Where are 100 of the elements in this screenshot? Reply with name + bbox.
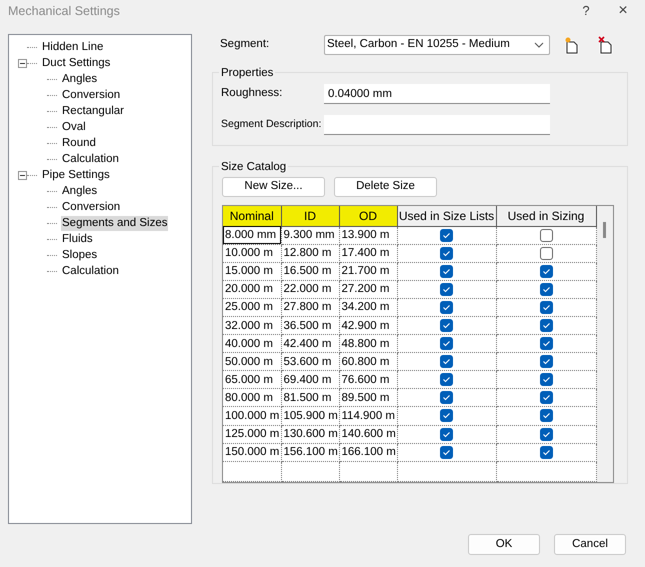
roughness-field[interactable]: 0.04000 mm xyxy=(324,84,550,104)
dialog-button[interactable]: Cancel xyxy=(554,534,626,555)
table-cell[interactable]: 80.000 m xyxy=(223,388,281,407)
checkbox[interactable] xyxy=(440,409,453,422)
checkbox[interactable] xyxy=(440,446,453,459)
table-cell[interactable]: 15.000 m xyxy=(223,262,281,280)
table-cell[interactable]: 81.500 m xyxy=(281,388,339,407)
table-cell[interactable]: 89.500 m xyxy=(339,388,397,407)
table-cell[interactable]: 21.700 m xyxy=(339,262,397,280)
table-cell[interactable]: 100.000 m xyxy=(223,406,281,426)
table-cell[interactable]: 48.800 m xyxy=(339,334,397,353)
tree-item[interactable]: Calculation xyxy=(61,264,120,278)
table-cell[interactable]: 156.100 m xyxy=(281,443,339,462)
table-cell[interactable]: 140.600 m xyxy=(339,425,397,444)
table-cell[interactable]: 34.200 m xyxy=(339,298,397,316)
table-cell[interactable]: 10.000 m xyxy=(223,244,281,262)
column-header[interactable]: Used in Sizing xyxy=(496,206,596,226)
table-cell[interactable]: 25.000 m xyxy=(223,298,281,316)
checkbox[interactable] xyxy=(440,428,453,441)
tree-item[interactable]: Calculation xyxy=(61,152,120,166)
table-cell[interactable]: 42.400 m xyxy=(281,334,339,353)
checkbox[interactable] xyxy=(540,409,552,422)
column-header[interactable]: ID xyxy=(281,206,339,226)
segment-dropdown[interactable]: Steel, Carbon - EN 10255 - Medium xyxy=(324,35,550,55)
table-cell[interactable]: 69.400 m xyxy=(281,370,339,389)
table-cell[interactable]: 8.000 mm xyxy=(223,226,281,244)
delete-document-icon[interactable] xyxy=(598,36,614,54)
checkbox[interactable] xyxy=(440,300,453,314)
checkbox[interactable] xyxy=(440,318,453,332)
tree-item[interactable]: Slopes xyxy=(61,248,98,262)
dialog-button[interactable]: OK xyxy=(468,534,540,555)
table-cell[interactable]: 42.900 m xyxy=(339,316,397,335)
tree-item[interactable]: Fluids xyxy=(61,232,94,246)
table-cell[interactable]: 40.000 m xyxy=(223,334,281,353)
segment-description-field[interactable] xyxy=(324,115,550,135)
column-header[interactable]: OD xyxy=(339,206,397,226)
checkbox[interactable] xyxy=(540,264,552,278)
table-cell[interactable]: 27.800 m xyxy=(281,298,339,316)
checkbox[interactable] xyxy=(440,282,453,296)
tree-item[interactable]: Oval xyxy=(61,120,87,134)
checkbox[interactable] xyxy=(540,355,552,368)
table-cell[interactable]: 36.500 m xyxy=(281,316,339,335)
table-cell[interactable]: 13.900 m xyxy=(339,226,397,244)
table-cell[interactable]: 60.800 m xyxy=(339,352,397,371)
checkbox[interactable] xyxy=(540,446,552,459)
checkbox[interactable] xyxy=(540,282,552,296)
chevron-down-icon xyxy=(534,42,544,48)
table-cell[interactable]: 76.600 m xyxy=(339,370,397,389)
table-cell[interactable]: 12.800 m xyxy=(281,244,339,262)
checkbox[interactable] xyxy=(440,391,453,404)
collapse-icon[interactable] xyxy=(18,170,27,180)
checkbox[interactable] xyxy=(440,246,453,260)
tree-item[interactable]: Pipe Settings xyxy=(41,168,111,182)
table-cell[interactable]: 9.300 mm xyxy=(281,226,339,244)
checkbox[interactable] xyxy=(440,264,453,278)
table-cell[interactable]: 150.000 m xyxy=(223,443,281,462)
collapse-icon[interactable] xyxy=(18,58,27,68)
tree-item[interactable]: Hidden Line xyxy=(41,40,104,54)
column-header[interactable]: Nominal xyxy=(223,206,281,226)
table-cell[interactable]: 65.000 m xyxy=(223,370,281,389)
checkbox[interactable] xyxy=(440,337,453,350)
catalog-button[interactable]: Delete Size xyxy=(334,177,437,197)
table-cell[interactable]: 32.000 m xyxy=(223,316,281,335)
help-button[interactable]: ? xyxy=(571,1,601,21)
table-cell[interactable]: 16.500 m xyxy=(281,262,339,280)
checkbox[interactable] xyxy=(440,355,453,368)
new-document-icon[interactable] xyxy=(564,36,580,54)
catalog-button[interactable]: New Size... xyxy=(222,177,325,197)
table-cell[interactable]: 53.600 m xyxy=(281,352,339,371)
table-cell[interactable]: 50.000 m xyxy=(223,352,281,371)
checkbox[interactable] xyxy=(540,300,552,314)
table-cell[interactable]: 166.100 m xyxy=(339,443,397,462)
checkbox[interactable] xyxy=(540,246,552,260)
table-cell[interactable]: 22.000 m xyxy=(281,280,339,298)
checkbox[interactable] xyxy=(540,228,552,242)
tree-item[interactable]: Rectangular xyxy=(61,104,126,118)
table-cell[interactable]: 17.400 m xyxy=(339,244,397,262)
tree-item[interactable]: Segments and Sizes xyxy=(61,216,168,230)
checkbox[interactable] xyxy=(540,373,552,386)
table-cell[interactable]: 114.900 m xyxy=(339,406,397,426)
tree-item[interactable]: Conversion xyxy=(61,200,122,214)
table-cell[interactable]: 20.000 m xyxy=(223,280,281,298)
checkbox[interactable] xyxy=(540,318,552,332)
tree-item[interactable]: Angles xyxy=(61,184,98,198)
tree-item[interactable]: Conversion xyxy=(61,88,122,102)
close-button[interactable]: × xyxy=(601,0,645,23)
column-header[interactable]: Used in Size Lists xyxy=(397,206,496,226)
table-cell[interactable]: 27.200 m xyxy=(339,280,397,298)
table-cell[interactable]: 125.000 m xyxy=(223,425,281,444)
table-cell[interactable]: 130.600 m xyxy=(281,425,339,444)
checkbox[interactable] xyxy=(540,337,552,350)
tree-item[interactable]: Duct Settings xyxy=(41,56,112,70)
tree-item[interactable]: Angles xyxy=(61,72,98,86)
tree-item[interactable]: Round xyxy=(61,136,97,150)
table-cell[interactable]: 105.900 m xyxy=(281,406,339,426)
checkbox[interactable] xyxy=(540,428,552,441)
scrollbar[interactable] xyxy=(596,206,613,482)
checkbox[interactable] xyxy=(540,391,552,404)
checkbox[interactable] xyxy=(440,373,453,386)
checkbox[interactable] xyxy=(440,228,453,242)
